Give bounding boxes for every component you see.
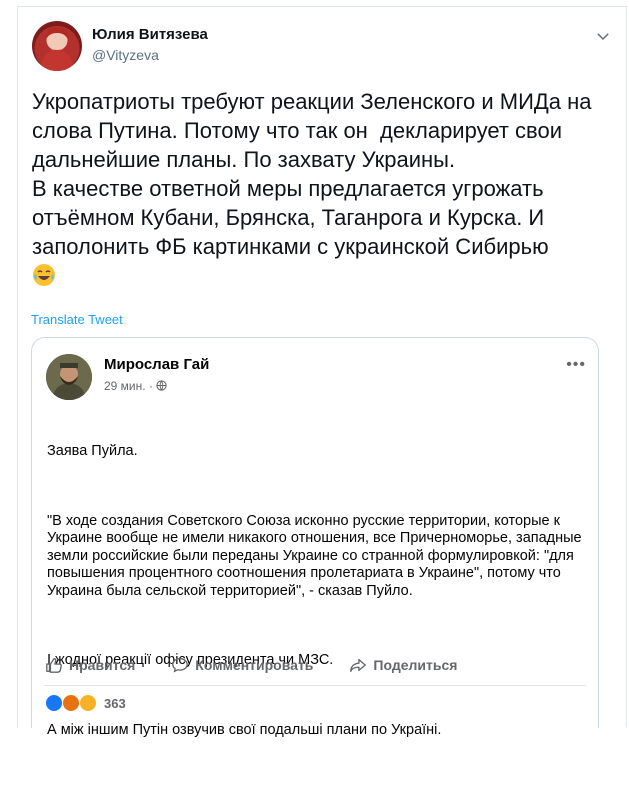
author-name[interactable]: Юлия Витязева [92,26,208,43]
tweet-body: Укропатриоты требуют реакции Зеленского … [32,89,592,259]
facebook-post-screenshot: Мирослав Гай 29 мин. · ••• Заява Пуйла. … [31,337,599,738]
author-handle[interactable]: @Vityzeva [92,47,159,63]
fb-share-label: Поделиться [373,657,458,673]
fb-comment-label: Комментировать [195,657,314,673]
fb-post-meta: 29 мин. · [104,379,167,393]
translate-tweet-link[interactable]: Translate Tweet [31,312,123,327]
author-avatar[interactable] [32,21,82,71]
tweet-card: Юлия Витязева @Vityzeva Укропатриоты тре… [17,6,627,738]
comment-icon [172,658,189,673]
fb-post-time: 29 мин. [104,379,146,393]
fb-like-action: Нравится [45,656,135,674]
globe-icon [156,379,167,393]
wow-reaction-icon [79,694,97,712]
thumbs-up-icon [46,658,62,673]
laughing-emoji-icon [32,263,56,287]
fb-paragraph: "В ходе создания Советского Союза исконн… [47,512,586,599]
reaction-count: 363 [104,695,126,711]
like-reaction-icon [45,694,63,712]
fb-post-text: Заява Пуйла. "В ходе создания Советского… [47,408,587,791]
fb-author-avatar [46,354,92,400]
tweet-text: Укропатриоты требуют реакции Зеленского … [32,87,617,290]
share-icon [350,658,367,672]
fb-paragraph: Заява Пуйла. [47,443,138,459]
fb-reactions: 363 [45,694,126,712]
more-options-icon: ••• [566,356,586,373]
fb-action-bar: Нравится Комментировать Поделиться [45,656,493,674]
fb-comment-action: Комментировать [171,656,313,674]
divider [44,685,586,686]
chevron-down-icon[interactable] [594,27,612,45]
fb-like-label: Нравится [69,657,136,673]
fb-paragraph: А між іншим Путін озвучив свої подальші … [47,721,442,738]
angry-reaction-icon [62,694,80,712]
fb-share-action: Поделиться [349,656,457,674]
fb-author-name: Мирослав Гай [104,356,210,373]
